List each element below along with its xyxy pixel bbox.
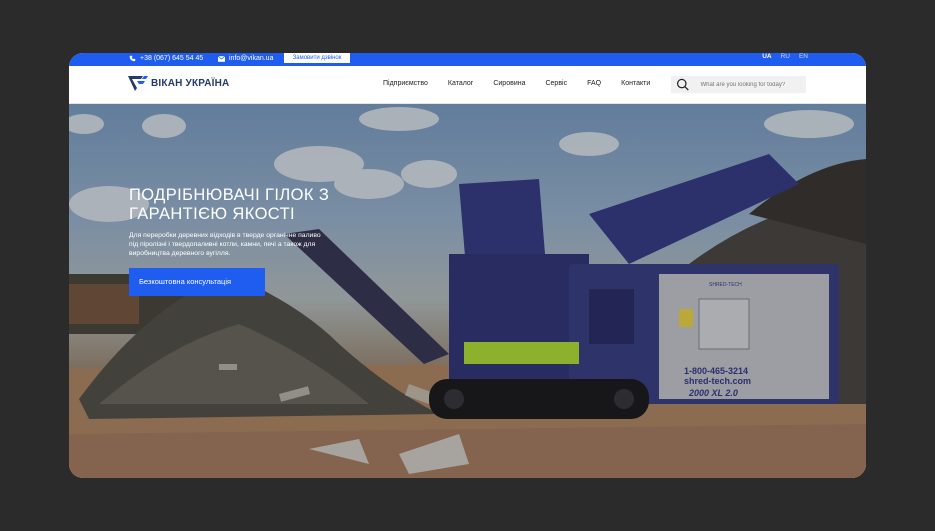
machine-model-text: 2000 XL 2.0: [688, 388, 738, 398]
search-box[interactable]: [671, 76, 806, 93]
nav-item-faq[interactable]: FAQ: [587, 80, 601, 87]
nav-menu: Підприємство Каталог Сировина Сервіс FAQ…: [383, 80, 670, 87]
free-consultation-button[interactable]: Безкоштовна консультація: [129, 268, 265, 296]
nav-item-raw-materials[interactable]: Сировина: [493, 80, 525, 87]
brand-name: ВІКАН УКРАЇНА: [151, 78, 230, 89]
main-nav: ВІКАН УКРАЇНА Підприємство Каталог Сиров…: [69, 66, 866, 104]
nav-item-catalog[interactable]: Каталог: [448, 80, 473, 87]
machine-phone-text: 1-800-465-3214: [684, 366, 748, 376]
browser-frame: +38 (067) 645 54 45 info@vikan.ua Замови…: [69, 53, 866, 478]
hero-title: ПОДРІБНЮВАЧІ ГІЛОК З ГАРАНТІЄЮ ЯКОСТІ: [129, 186, 330, 223]
nav-item-service[interactable]: Сервіс: [545, 80, 567, 87]
machine-brand-text: SHRED-TECH: [709, 282, 742, 288]
hero-section: 1-800-465-3214 shred-tech.com 2000 XL 2.…: [69, 104, 866, 478]
mail-icon: [218, 55, 225, 62]
nav-item-enterprise[interactable]: Підприємство: [383, 80, 428, 87]
machine-site-text: shred-tech.com: [684, 376, 751, 386]
logo[interactable]: ВІКАН УКРАЇНА: [128, 76, 229, 91]
lang-en[interactable]: EN: [799, 53, 808, 60]
phone-contact[interactable]: +38 (067) 645 54 45: [129, 55, 203, 62]
lang-ru[interactable]: RU: [781, 53, 790, 60]
language-switcher: UA RU EN: [762, 53, 808, 60]
nav-item-contacts[interactable]: Контакти: [621, 80, 650, 87]
phone-icon: [129, 55, 136, 62]
hero-description: Для переробки деревних відходів в тверде…: [129, 232, 321, 257]
logo-mark-icon: [128, 76, 148, 91]
email-address: info@vikan.ua: [229, 55, 274, 62]
phone-number: +38 (067) 645 54 45: [140, 55, 204, 62]
search-input[interactable]: [700, 81, 806, 88]
email-contact[interactable]: info@vikan.ua: [218, 55, 273, 62]
search-icon[interactable]: [676, 78, 689, 91]
top-bar: +38 (067) 645 54 45 info@vikan.ua Замови…: [69, 53, 866, 66]
call-request-button[interactable]: Замовити дзвінок: [284, 53, 350, 63]
lang-ua[interactable]: UA: [762, 53, 771, 60]
